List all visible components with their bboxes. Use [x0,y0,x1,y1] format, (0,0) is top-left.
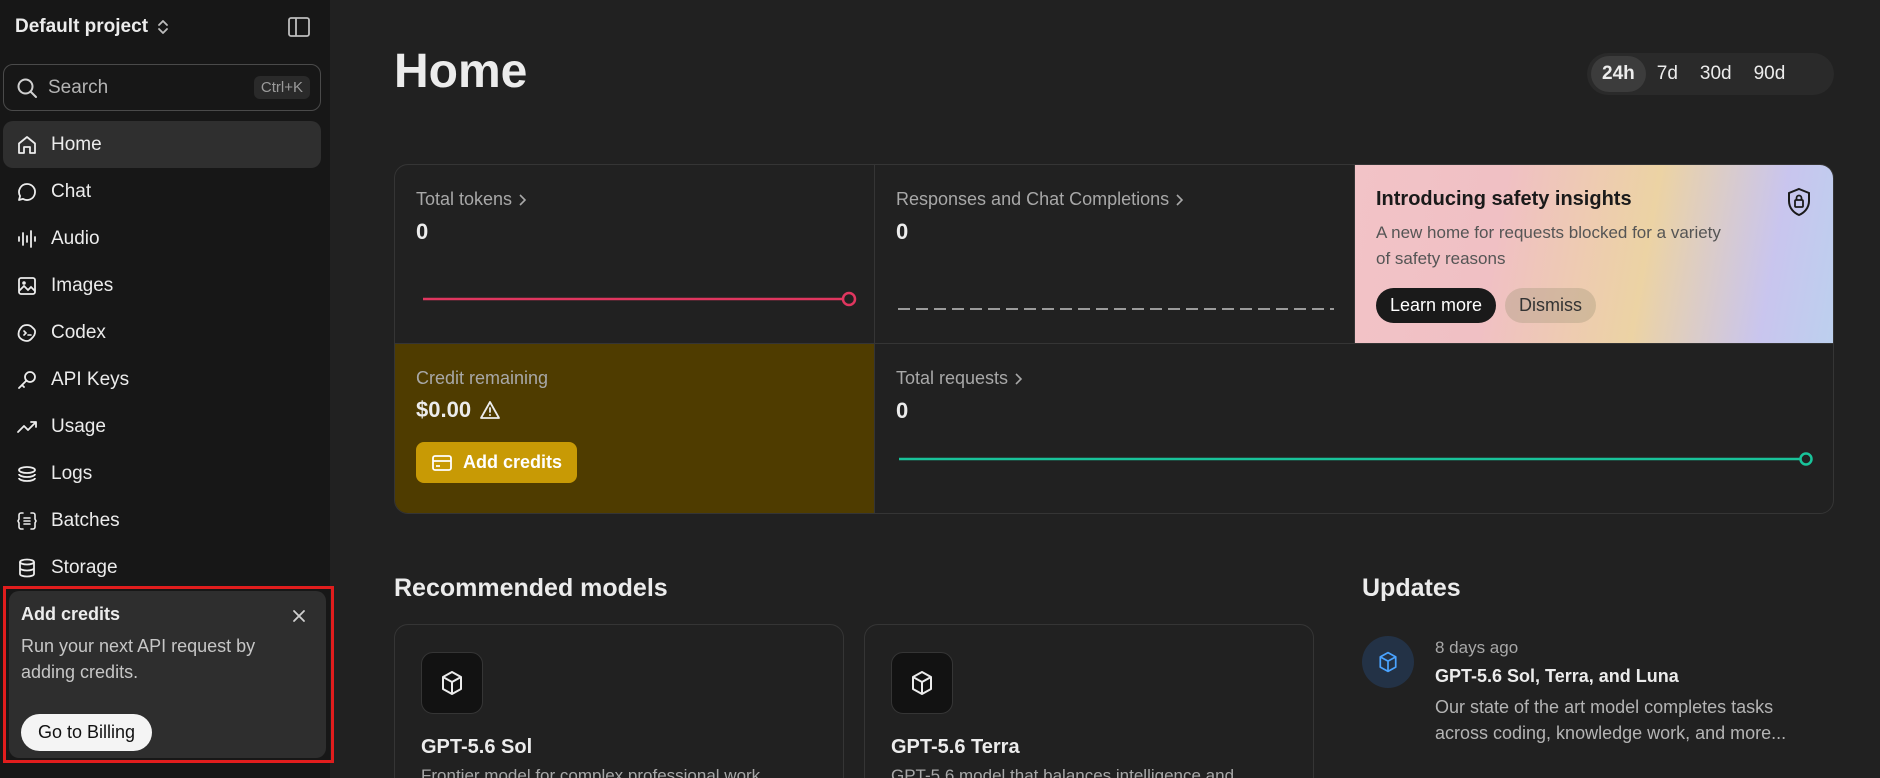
range-30d[interactable]: 30d [1689,56,1743,92]
sidebar-item-label: Logs [51,462,93,484]
batches-icon [15,509,39,533]
updates-title: Updates [1362,574,1461,602]
total-tokens-sparkline [423,291,857,307]
time-range-selector: 24h 7d 30d 90d [1587,53,1834,95]
model-card-terra[interactable]: GPT-5.6 Terra GPT-5.6 model that balance… [864,624,1314,778]
model-card-sol[interactable]: GPT-5.6 Sol Frontier model for complex p… [394,624,844,778]
project-name: Default project [15,16,149,37]
responses-label: Responses and Chat Completions [896,189,1184,210]
sidebar-item-storage[interactable]: Storage [3,544,321,591]
codex-icon [15,321,39,345]
usage-icon [15,415,39,439]
range-90d[interactable]: 90d [1743,56,1797,92]
promo-highlight: Add credits Run your next API request by… [3,586,334,763]
sidebar-item-logs[interactable]: Logs [3,450,321,497]
model-desc: GPT-5.6 model that balances intelligence… [891,766,1235,778]
chevron-right-icon [519,193,527,206]
go-to-billing-button[interactable]: Go to Billing [21,714,153,751]
range-24h[interactable]: 24h [1591,56,1646,92]
credit-card-icon [432,454,452,471]
sidebar-item-images[interactable]: Images [3,262,321,309]
search-label: Search [48,76,109,98]
audio-icon [15,227,39,251]
responses-card[interactable]: Responses and Chat Completions 0 [875,165,1355,344]
chevron-right-icon [1176,193,1184,206]
update-time: 8 days ago [1435,638,1519,657]
sidebar-item-label: Images [51,274,114,296]
model-name: GPT-5.6 Terra [891,736,1020,758]
total-tokens-value: 0 [416,219,429,244]
total-requests-sparkline [899,452,1813,466]
sidebar: Default project Search Ctrl+K Home Chat … [0,0,334,778]
add-credits-button[interactable]: Add credits [416,442,578,483]
update-cube-icon [1362,636,1414,688]
model-desc: Frontier model for complex professional … [421,766,761,778]
cube-icon [421,652,483,714]
chat-icon [15,180,39,204]
sidebar-item-audio[interactable]: Audio [3,215,321,262]
sidebar-item-api-keys[interactable]: API Keys [3,356,321,403]
credit-value: $0.00 [416,397,472,422]
cube-icon [891,652,953,714]
search-icon [16,77,38,99]
project-switcher[interactable]: Default project [15,14,170,40]
update-desc: Our state of the art model completes tas… [1435,697,1787,743]
sidebar-item-label: Home [51,133,102,155]
sidebar-nav: Home Chat Audio Images Codex API Keys Us… [3,121,321,591]
credit-value-row: $0.00 [416,397,501,423]
sidebar-item-codex[interactable]: Codex [3,309,321,356]
sidebar-item-batches[interactable]: Batches [3,497,321,544]
recommended-models-title: Recommended models [394,574,668,602]
chevron-right-icon [1015,372,1023,385]
add-credits-promo: Add credits Run your next API request by… [9,591,326,758]
safety-insights-card: Introducing safety insights A new home f… [1355,165,1833,344]
sidebar-item-home[interactable]: Home [3,121,321,168]
responses-value: 0 [896,219,909,244]
sidebar-item-label: Storage [51,556,118,578]
safety-title: Introducing safety insights [1376,188,1632,210]
key-icon [15,368,39,392]
promo-title: Add credits [21,604,121,624]
credit-remaining-card: Credit remaining $0.00 Add credits [395,344,875,513]
sidebar-item-label: API Keys [51,368,130,390]
home-icon [15,133,39,157]
sidebar-item-chat[interactable]: Chat [3,168,321,215]
learn-more-button[interactable]: Learn more [1376,288,1497,323]
storage-icon [15,556,39,580]
search-box[interactable]: Search Ctrl+K [3,64,321,111]
safety-text: A new home for requests blocked for a va… [1376,223,1721,268]
chevron-up-down-icon [156,18,170,36]
sidebar-item-label: Chat [51,180,92,202]
total-requests-card[interactable]: Total requests 0 [875,344,1833,513]
images-icon [15,274,39,298]
stats-grid: Total tokens 0 Responses and Chat Comple… [394,164,1834,514]
search-shortcut: Ctrl+K [253,76,310,99]
sidebar-item-label: Audio [51,227,100,249]
sidebar-item-label: Codex [51,321,106,343]
warning-icon [480,401,500,419]
total-tokens-label: Total tokens [416,189,527,210]
range-7d[interactable]: 7d [1646,56,1689,92]
sidebar-item-usage[interactable]: Usage [3,403,321,450]
responses-sparkline [898,308,1334,310]
total-requests-label: Total requests [896,368,1023,389]
total-tokens-card[interactable]: Total tokens 0 [395,165,875,344]
credit-label: Credit remaining [416,368,549,388]
sidebar-item-label: Usage [51,415,106,437]
dismiss-button[interactable]: Dismiss [1505,288,1596,323]
update-title-link[interactable]: GPT-5.6 Sol, Terra, and Luna [1435,666,1679,687]
close-icon[interactable] [290,607,308,625]
sidebar-item-label: Batches [51,509,120,531]
sidebar-toggle-icon[interactable] [286,15,312,39]
logs-icon [15,462,39,486]
total-requests-value: 0 [896,398,909,423]
page-title: Home [394,45,528,98]
model-name: GPT-5.6 Sol [421,736,533,758]
shield-lock-icon [1785,187,1813,217]
promo-text: Run your next API request by adding cred… [21,636,256,682]
